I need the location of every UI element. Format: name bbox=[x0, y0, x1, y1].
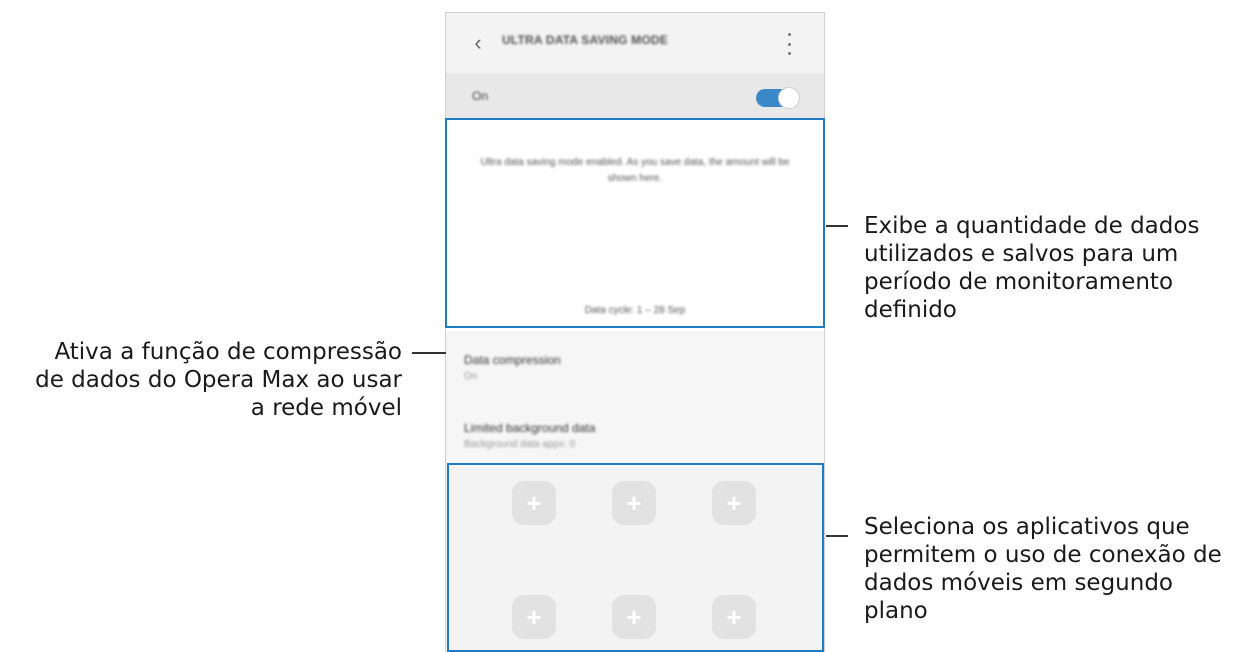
callout-line: definido bbox=[864, 297, 957, 323]
callout-line: permitem o uso de conexão de bbox=[864, 542, 1222, 568]
toggle-knob bbox=[778, 87, 800, 109]
callout-line: Ativa a função de compressão bbox=[54, 339, 402, 365]
setting-limited-background-data[interactable]: Limited background data Background data … bbox=[464, 421, 804, 450]
callout-line: utilizados e salvos para um bbox=[864, 241, 1179, 267]
callout-line: período de monitoramento bbox=[864, 269, 1174, 295]
callout-line: a rede móvel bbox=[250, 395, 402, 421]
background-apps-highlight-box bbox=[447, 463, 824, 652]
settings-list: Data compression On Limited background d… bbox=[446, 333, 824, 467]
callout-line: Seleciona os aplicativos que bbox=[864, 514, 1190, 540]
master-switch-label: On bbox=[472, 89, 489, 103]
more-vertical-icon[interactable] bbox=[781, 33, 797, 55]
leader-line-background-apps bbox=[826, 535, 848, 537]
callout-line: plano bbox=[864, 598, 928, 624]
figure-canvas: ‹ ULTRA DATA SAVING MODE On Ultra data s… bbox=[0, 0, 1259, 652]
callout-data-usage: Exibe a quantidade de dados utilizados e… bbox=[864, 212, 1199, 324]
setting-title: Limited background data bbox=[464, 421, 596, 435]
app-bar: ‹ ULTRA DATA SAVING MODE bbox=[446, 13, 824, 73]
leader-line-compression bbox=[412, 352, 446, 354]
page-title: ULTRA DATA SAVING MODE bbox=[502, 33, 668, 47]
setting-data-compression[interactable]: Data compression On bbox=[464, 353, 804, 382]
setting-subtitle: Background data apps: 0 bbox=[464, 439, 576, 450]
callout-line: dados móveis em segundo bbox=[864, 570, 1174, 596]
data-usage-highlight-box bbox=[445, 118, 825, 328]
chevron-left-icon[interactable]: ‹ bbox=[468, 31, 488, 55]
setting-title: Data compression bbox=[464, 353, 561, 367]
callout-line: Exibe a quantidade de dados bbox=[864, 213, 1200, 239]
leader-line-data-usage bbox=[826, 225, 848, 227]
callout-line: de dados do Opera Max ao usar bbox=[35, 367, 402, 393]
callout-compression: Ativa a função de compressão de dados do… bbox=[2, 338, 402, 422]
setting-subtitle: On bbox=[464, 371, 478, 382]
master-toggle[interactable] bbox=[756, 87, 800, 109]
callout-background-apps: Seleciona os aplicativos que permitem o … bbox=[864, 513, 1222, 625]
master-switch-row[interactable]: On bbox=[446, 73, 824, 119]
